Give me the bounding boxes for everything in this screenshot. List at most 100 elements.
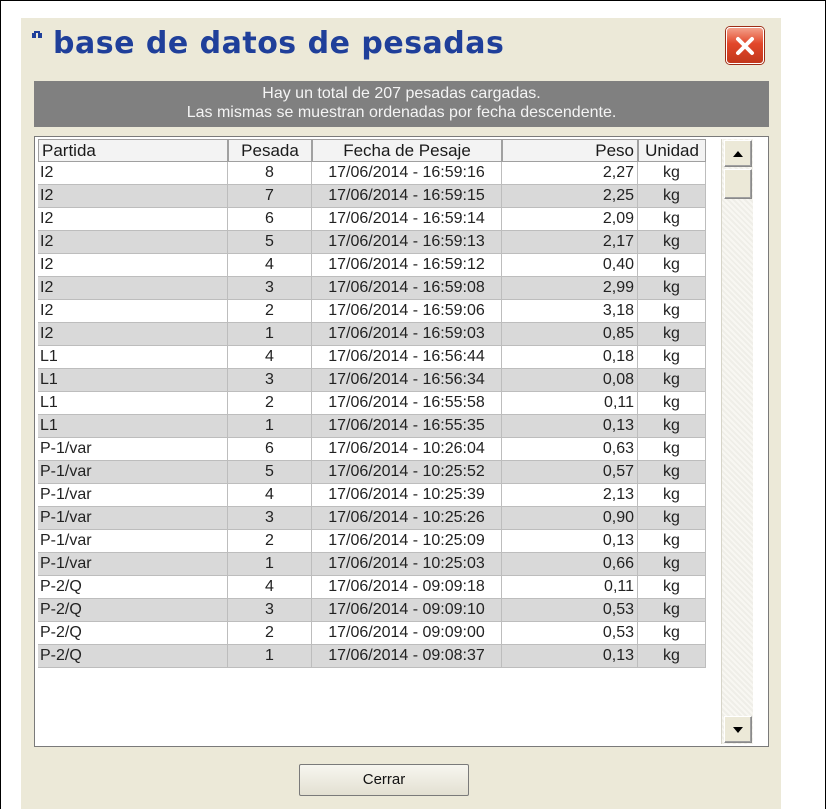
table-row[interactable]: P-1/var 3 17/06/2014 - 10:25:26 0,90 kg	[38, 507, 716, 530]
cell-unidad: kg	[638, 645, 706, 668]
table-row[interactable]: P-2/Q 1 17/06/2014 - 09:08:37 0,13 kg	[38, 645, 716, 668]
cell-peso: 0,57	[502, 461, 638, 484]
table-body: I2 8 17/06/2014 - 16:59:16 2,27 kg I2 7 17/06/2…	[38, 162, 716, 668]
cell-peso: 0,40	[502, 254, 638, 277]
cell-peso: 2,99	[502, 277, 638, 300]
table-row[interactable]: P-2/Q 4 17/06/2014 - 09:09:18 0,11 kg	[38, 576, 716, 599]
table-row[interactable]: L1 4 17/06/2014 - 16:56:44 0,18 kg	[38, 346, 716, 369]
cell-pesada: 1	[228, 645, 312, 668]
cell-unidad: kg	[638, 208, 706, 231]
table-row[interactable]: L1 2 17/06/2014 - 16:55:58 0,11 kg	[38, 392, 716, 415]
cell-unidad: kg	[638, 553, 706, 576]
cell-pesada: 3	[228, 507, 312, 530]
column-header-peso[interactable]: Peso	[502, 139, 638, 162]
table-row[interactable]: L1 1 17/06/2014 - 16:55:35 0,13 kg	[38, 415, 716, 438]
cell-unidad: kg	[638, 507, 706, 530]
cell-peso: 0,13	[502, 530, 638, 553]
cell-unidad: kg	[638, 461, 706, 484]
cell-pesada: 6	[228, 438, 312, 461]
cell-unidad: kg	[638, 300, 706, 323]
cell-partida: P-2/Q	[38, 645, 228, 668]
info-banner: Hay un total de 207 pesadas cargadas. La…	[34, 81, 769, 127]
table-row[interactable]: I2 7 17/06/2014 - 16:59:15 2,25 kg	[38, 185, 716, 208]
vertical-scrollbar[interactable]	[721, 139, 753, 744]
cell-unidad: kg	[638, 599, 706, 622]
scroll-down-button[interactable]	[724, 716, 752, 743]
table-row[interactable]: P-1/var 2 17/06/2014 - 10:25:09 0,13 kg	[38, 530, 716, 553]
table-row[interactable]: I2 6 17/06/2014 - 16:59:14 2,09 kg	[38, 208, 716, 231]
cell-partida: P-2/Q	[38, 576, 228, 599]
cell-fecha: 17/06/2014 - 16:59:13	[312, 231, 502, 254]
cell-peso: 0,66	[502, 553, 638, 576]
table-row[interactable]: I2 8 17/06/2014 - 16:59:16 2,27 kg	[38, 162, 716, 185]
cell-unidad: kg	[638, 162, 706, 185]
table-row[interactable]: I2 2 17/06/2014 - 16:59:06 3,18 kg	[38, 300, 716, 323]
cell-pesada: 2	[228, 392, 312, 415]
cell-peso: 2,09	[502, 208, 638, 231]
cell-fecha: 17/06/2014 - 10:25:26	[312, 507, 502, 530]
scrollbar-thumb[interactable]	[724, 169, 752, 199]
close-icon	[736, 36, 754, 55]
cell-fecha: 17/06/2014 - 09:09:10	[312, 599, 502, 622]
cell-unidad: kg	[638, 484, 706, 507]
table-row[interactable]: P-1/var 6 17/06/2014 - 10:26:04 0,63 kg	[38, 438, 716, 461]
cell-pesada: 3	[228, 599, 312, 622]
table-row[interactable]: P-1/var 5 17/06/2014 - 10:25:52 0,57 kg	[38, 461, 716, 484]
cell-peso: 0,08	[502, 369, 638, 392]
column-header-fecha[interactable]: Fecha de Pesaje	[312, 139, 502, 162]
table-row[interactable]: I2 3 17/06/2014 - 16:59:08 2,99 kg	[38, 277, 716, 300]
cell-partida: P-2/Q	[38, 599, 228, 622]
cell-pesada: 8	[228, 162, 312, 185]
cell-partida: L1	[38, 369, 228, 392]
table-row[interactable]: L1 3 17/06/2014 - 16:56:34 0,08 kg	[38, 369, 716, 392]
cell-fecha: 17/06/2014 - 09:09:18	[312, 576, 502, 599]
table-row[interactable]: I2 5 17/06/2014 - 16:59:13 2,17 kg	[38, 231, 716, 254]
column-header-partida[interactable]: Partida	[38, 139, 228, 162]
cell-fecha: 17/06/2014 - 16:56:44	[312, 346, 502, 369]
table-row[interactable]: P-2/Q 2 17/06/2014 - 09:09:00 0,53 kg	[38, 622, 716, 645]
window-close-button[interactable]	[726, 27, 764, 64]
scroll-down-arrow-icon	[733, 726, 743, 733]
cell-partida: P-1/var	[38, 553, 228, 576]
cell-partida: P-2/Q	[38, 622, 228, 645]
table-row[interactable]: P-1/var 4 17/06/2014 - 10:25:39 2,13 kg	[38, 484, 716, 507]
cell-unidad: kg	[638, 369, 706, 392]
cell-partida: P-1/var	[38, 530, 228, 553]
column-header-unidad[interactable]: Unidad	[638, 139, 706, 162]
cell-pesada: 2	[228, 300, 312, 323]
table-row[interactable]: P-2/Q 3 17/06/2014 - 09:09:10 0,53 kg	[38, 599, 716, 622]
cell-unidad: kg	[638, 415, 706, 438]
cell-pesada: 6	[228, 208, 312, 231]
cell-fecha: 17/06/2014 - 10:25:09	[312, 530, 502, 553]
cell-fecha: 17/06/2014 - 16:59:16	[312, 162, 502, 185]
cell-fecha: 17/06/2014 - 16:59:15	[312, 185, 502, 208]
cell-partida: P-1/var	[38, 461, 228, 484]
cell-pesada: 4	[228, 484, 312, 507]
cell-peso: 2,17	[502, 231, 638, 254]
cell-pesada: 7	[228, 185, 312, 208]
cell-unidad: kg	[638, 254, 706, 277]
table-header: Partida Pesada Fecha de Pesaje Peso Unid…	[38, 139, 716, 162]
table-row[interactable]: P-1/var 1 17/06/2014 - 10:25:03 0,66 kg	[38, 553, 716, 576]
cell-partida: I2	[38, 162, 228, 185]
cell-pesada: 3	[228, 277, 312, 300]
cell-fecha: 17/06/2014 - 16:59:03	[312, 323, 502, 346]
cell-partida: P-1/var	[38, 438, 228, 461]
screenshot-border-left	[0, 0, 1, 809]
cell-fecha: 17/06/2014 - 10:25:03	[312, 553, 502, 576]
cell-partida: P-1/var	[38, 484, 228, 507]
cell-partida: I2	[38, 323, 228, 346]
table-row[interactable]: I2 1 17/06/2014 - 16:59:03 0,85 kg	[38, 323, 716, 346]
cell-peso: 0,13	[502, 415, 638, 438]
column-header-pesada[interactable]: Pesada	[228, 139, 312, 162]
cell-fecha: 17/06/2014 - 16:55:35	[312, 415, 502, 438]
scroll-up-button[interactable]	[724, 140, 752, 167]
cell-unidad: kg	[638, 185, 706, 208]
weighings-database-window: base de datos de pesadas Hay un total de…	[21, 18, 781, 809]
cell-partida: I2	[38, 254, 228, 277]
cell-peso: 0,53	[502, 599, 638, 622]
table-row[interactable]: I2 4 17/06/2014 - 16:59:12 0,40 kg	[38, 254, 716, 277]
cell-peso: 0,11	[502, 576, 638, 599]
close-button[interactable]: Cerrar	[299, 764, 469, 796]
cell-fecha: 17/06/2014 - 09:09:00	[312, 622, 502, 645]
